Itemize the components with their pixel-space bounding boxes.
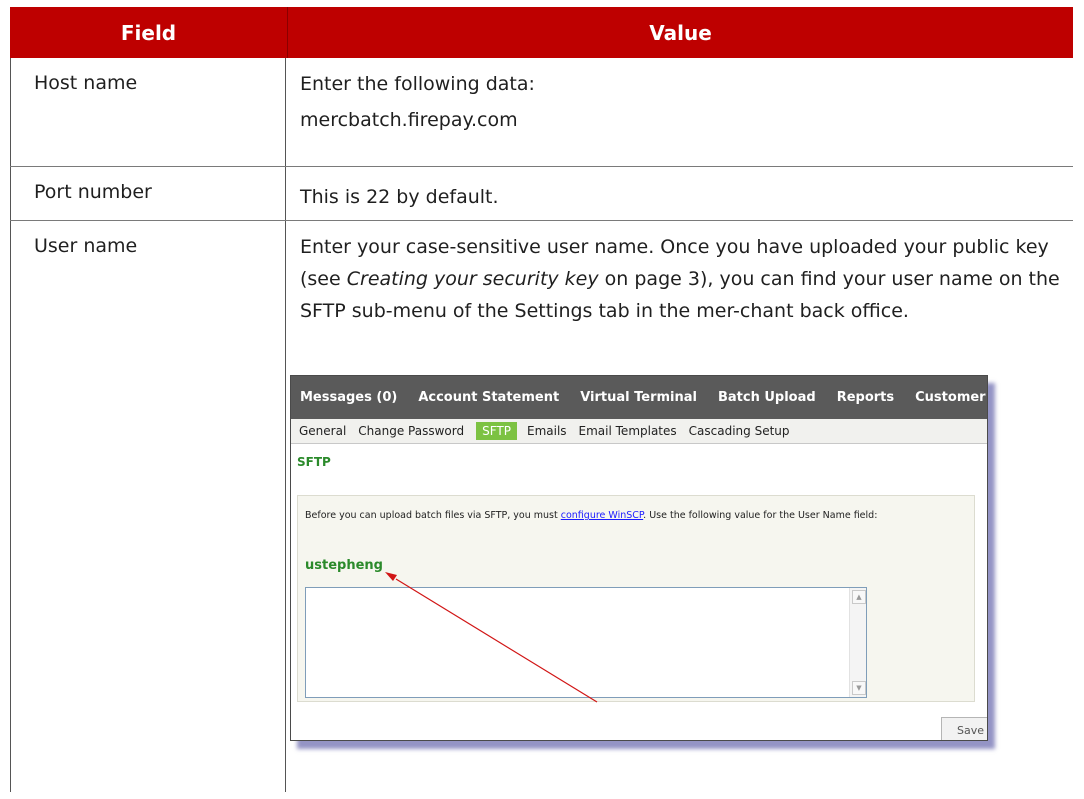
arrow-head	[385, 572, 397, 581]
value-host-name: Enter the following data: mercbatch.fire…	[286, 58, 1073, 166]
table-row: Port number This is 22 by default.	[10, 167, 1073, 221]
field-host-name: Host name	[10, 58, 286, 166]
field-user-name: User name	[10, 221, 286, 792]
annotation-arrow-icon	[385, 572, 598, 703]
header-field: Field	[10, 7, 288, 58]
field-port-number: Port number	[10, 167, 286, 220]
value-text: Enter the following data:	[300, 73, 535, 95]
arrow-line	[395, 578, 598, 703]
cross-reference: Creating your security key	[346, 268, 599, 290]
embedded-screenshot: Messages (0) Account Statement Virtual T…	[290, 375, 988, 741]
header-value: Value	[649, 20, 712, 45]
host-address: mercbatch.firepay.com	[300, 109, 518, 131]
table-header: Field Value	[10, 7, 1073, 58]
value-port-number: This is 22 by default.	[300, 186, 499, 208]
table-row: Host name Enter the following data: merc…	[10, 58, 1073, 167]
